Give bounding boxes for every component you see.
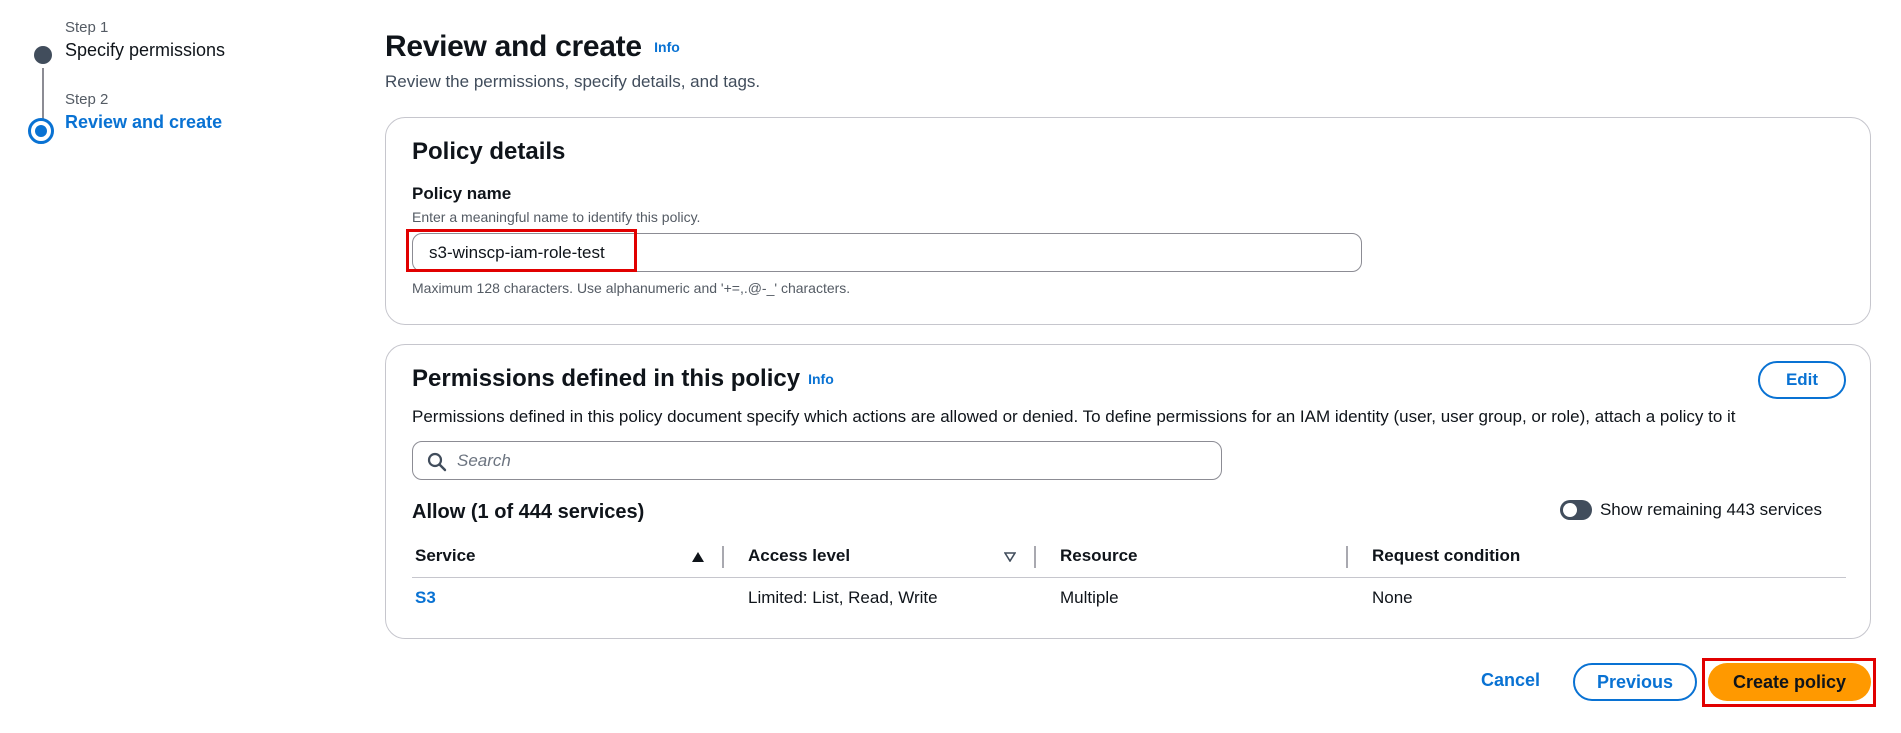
column-label: Request condition (1372, 546, 1521, 565)
permissions-description: Permissions defined in this policy docum… (412, 407, 1736, 426)
column-header-request-condition: Request condition (1348, 542, 1846, 570)
permissions-title: Permissions defined in this policy (412, 365, 801, 392)
column-label: Access level (748, 546, 851, 565)
page-title: Review and create (385, 30, 642, 63)
policy-name-input[interactable] (412, 233, 1362, 272)
step-number: Step 2 (65, 91, 109, 108)
create-policy-button[interactable]: Create policy (1708, 663, 1871, 701)
cell-service: S3 (412, 588, 724, 608)
search-icon (427, 452, 447, 472)
cell-access-level: Limited: List, Read, Write (748, 588, 938, 607)
services-table: Service Access level Resource Request co… (412, 542, 1846, 618)
column-label: Service (415, 546, 476, 565)
header-info-link[interactable]: Info (654, 39, 680, 55)
toggle-label: Show remaining 443 services (1599, 500, 1822, 519)
page-header: Review and create Info Review the permis… (385, 30, 760, 92)
step-review-and-create[interactable]: Step 2 Review and create (28, 90, 288, 150)
policy-name-description: Enter a meaningful name to identify this… (412, 209, 701, 225)
search-input[interactable] (457, 442, 1197, 479)
step-current-dot-icon (28, 118, 54, 144)
sort-ascending-icon[interactable] (692, 552, 704, 562)
step-title: Review and create (65, 112, 223, 132)
permissions-header: Permissions defined in this policy Info (412, 365, 834, 393)
step-title: Specify permissions (65, 40, 226, 60)
search-field[interactable] (412, 441, 1222, 480)
allow-services-heading: Allow (1 of 444 services) (412, 501, 645, 523)
permissions-info-link[interactable]: Info (808, 371, 834, 387)
edit-button[interactable]: Edit (1758, 361, 1846, 399)
sort-descending-icon[interactable] (1004, 552, 1016, 562)
column-header-service[interactable]: Service (412, 542, 724, 570)
policy-details-title: Policy details (412, 138, 566, 165)
step-number: Step 1 (65, 19, 109, 36)
cell-request-condition: None (1372, 588, 1413, 607)
table-header: Service Access level Resource Request co… (412, 542, 1846, 578)
step-complete-dot-icon (34, 46, 52, 64)
column-header-resource: Resource (1036, 542, 1348, 570)
column-header-access-level[interactable]: Access level (724, 542, 1036, 570)
cancel-button[interactable]: Cancel (1481, 670, 1540, 691)
show-remaining-toggle[interactable]: Show remaining 443 services (1559, 500, 1822, 520)
cell-resource: Multiple (1060, 588, 1119, 607)
table-row: S3 Limited: List, Read, Write Multiple N… (412, 578, 1846, 618)
permissions-panel: Permissions defined in this policy Info … (385, 344, 1871, 639)
policy-name-constraint: Maximum 128 characters. Use alphanumeric… (412, 280, 851, 296)
service-link-s3[interactable]: S3 (412, 588, 436, 607)
previous-button[interactable]: Previous (1573, 663, 1697, 701)
column-label: Resource (1060, 546, 1138, 565)
page-description: Review the permissions, specify details,… (385, 72, 761, 91)
policy-name-label: Policy name (412, 184, 512, 203)
step-specify-permissions[interactable]: Step 1 Specify permissions (28, 18, 288, 124)
toggle-switch[interactable] (1559, 500, 1592, 520)
policy-details-panel: Policy details Policy name Enter a meani… (385, 117, 1871, 325)
wizard-steps: Step 1 Specify permissions Step 2 Review… (28, 18, 288, 150)
